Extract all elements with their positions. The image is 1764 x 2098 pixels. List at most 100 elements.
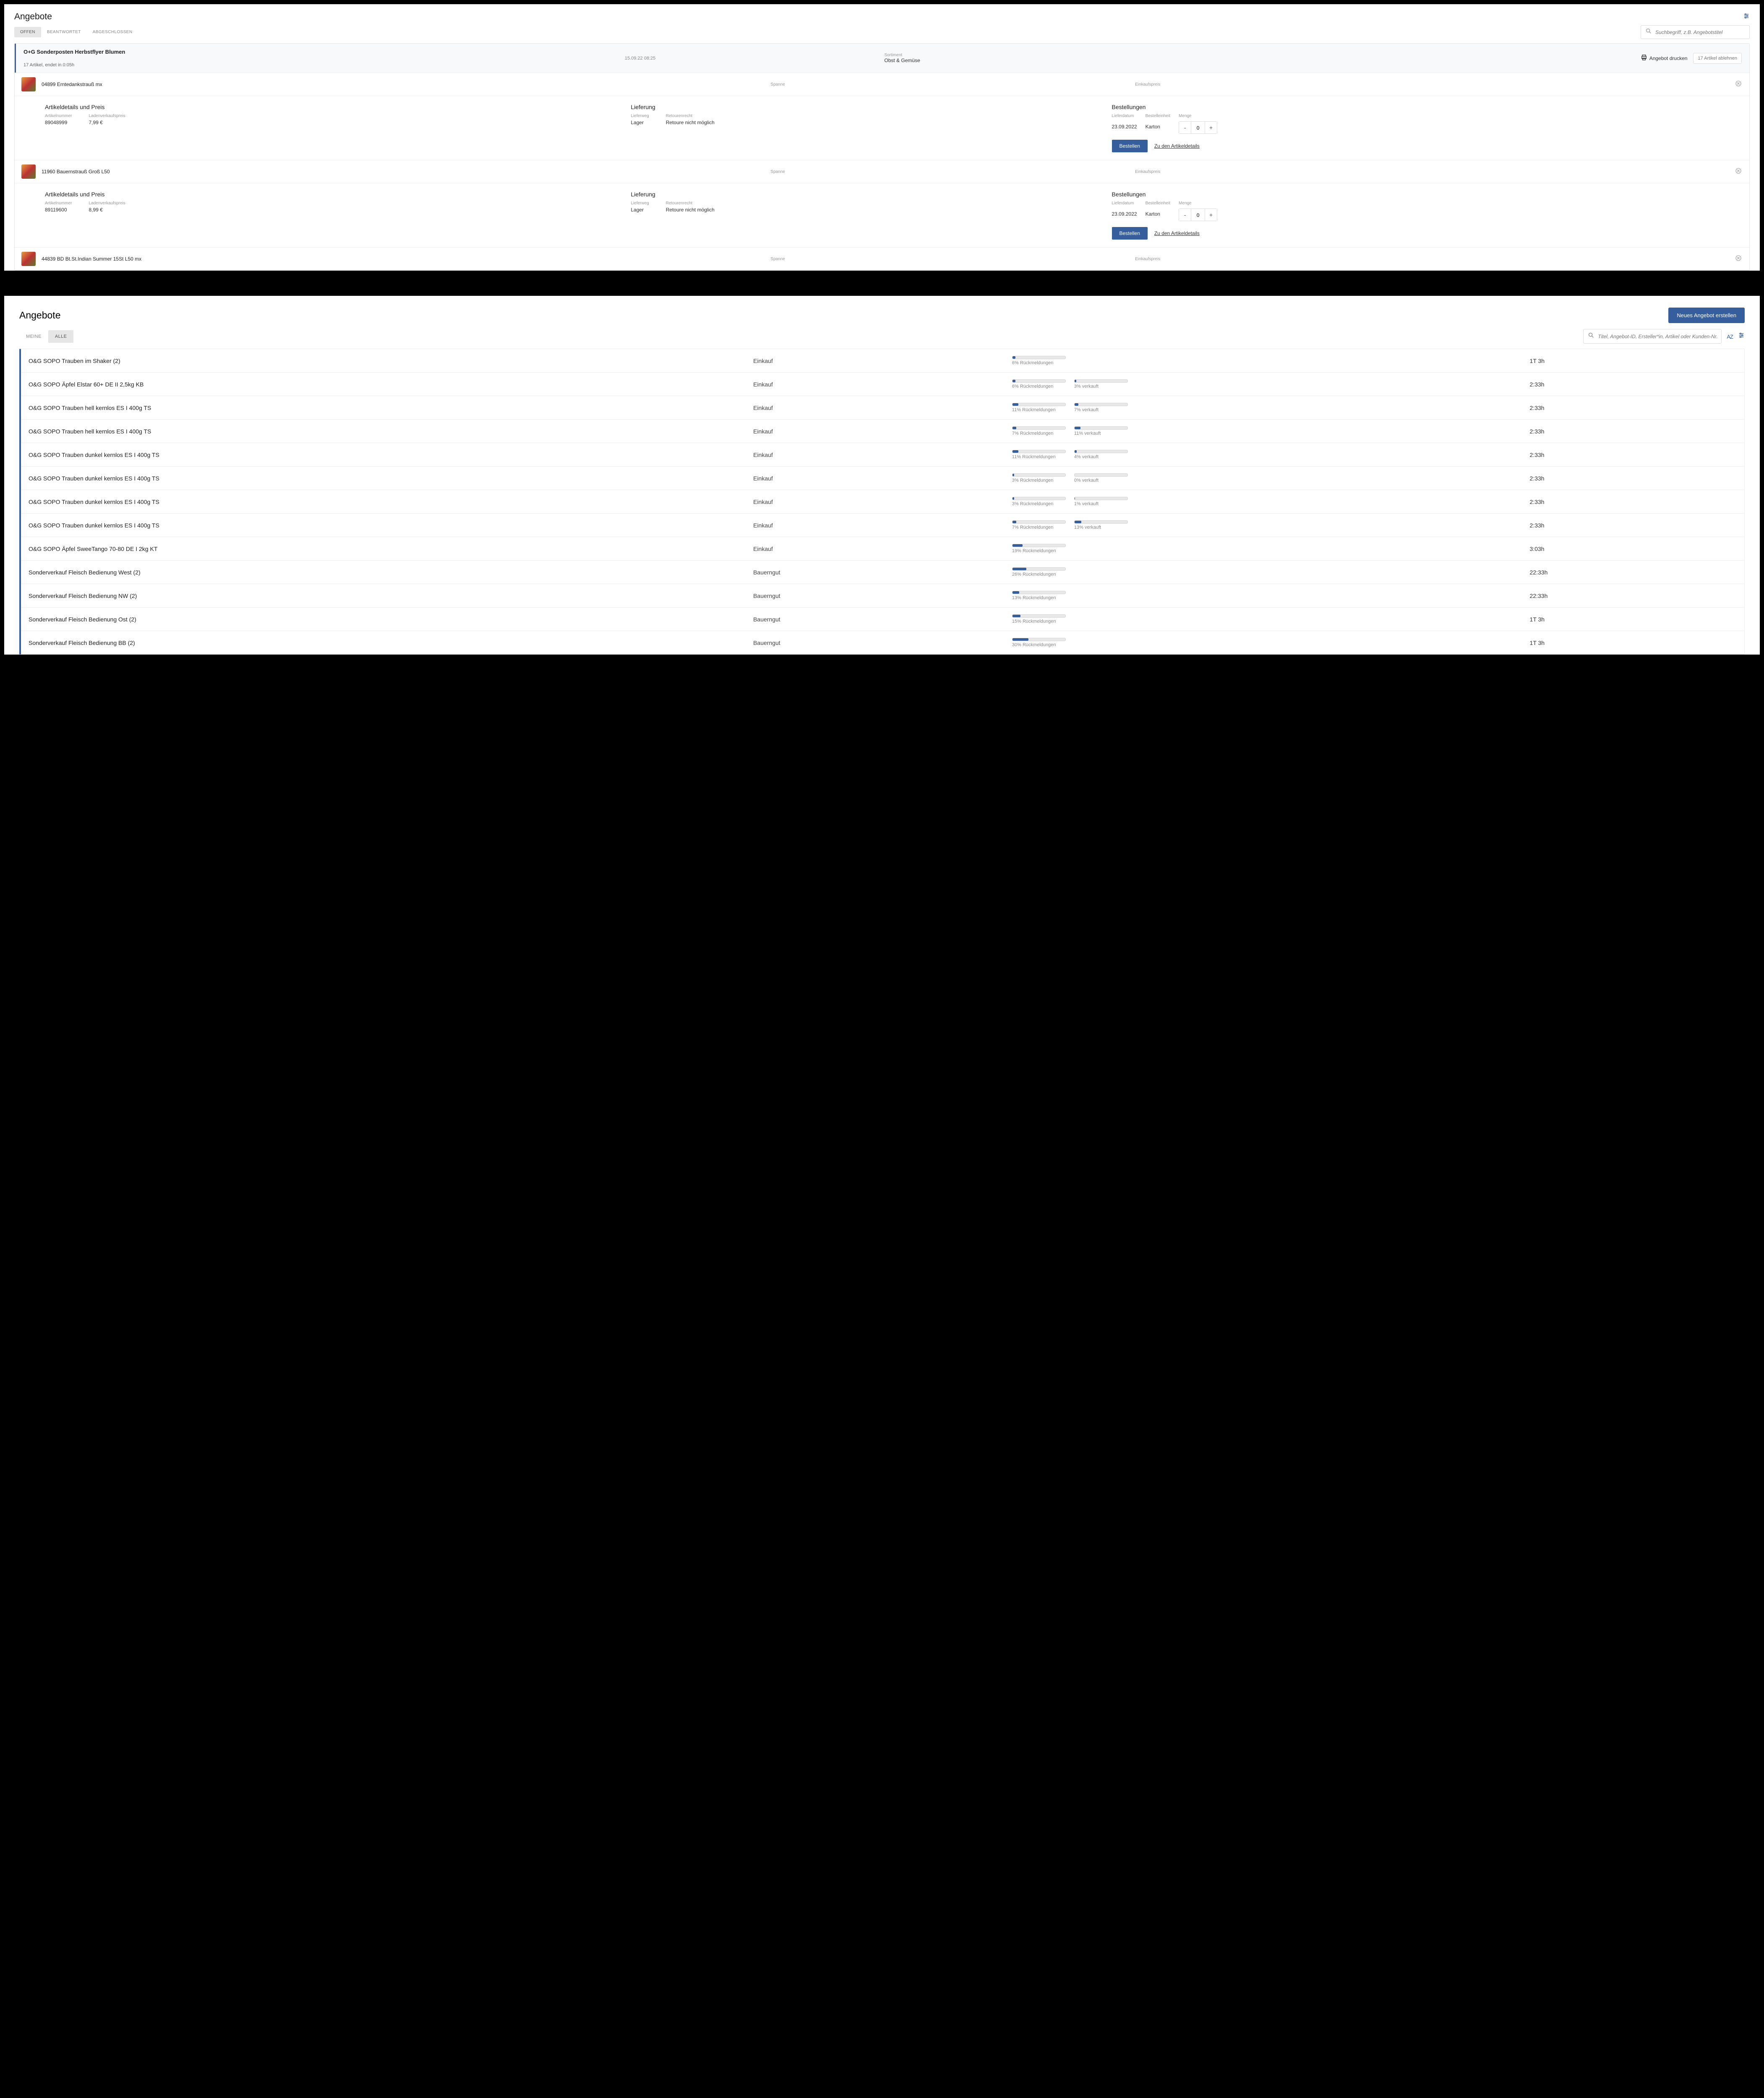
offer-row-time: 2:33h [1530,381,1737,388]
filter-icon[interactable] [1743,13,1750,21]
lieferdatum-label: Lieferdatum [1112,201,1137,206]
article-row[interactable]: 44839 BD Bt.St.Indian Summer 15St L50 mx… [15,247,1749,270]
offer-list-row[interactable]: Sonderverkauf Fleisch Bedienung BB (2)Ba… [21,631,1744,654]
order-button[interactable]: Bestellen [1112,227,1148,240]
offers-list: O&G SOPO Trauben im Shaker (2) Einkauf 6% … [19,349,1745,655]
article-thumbnail [21,164,36,179]
offer-row-title: Sonderverkauf Fleisch Bedienung Ost (2) [29,616,753,623]
offer-row-title: O&G SOPO Trauben dunkel kernlos ES I 400… [29,475,753,482]
offer-row-title: O&G SOPO Trauben im Shaker (2) [29,357,753,364]
sortiment-label: Sortiment [885,53,1312,57]
offer-list-row[interactable]: O&G SOPO Äpfel SweeTango 70-80 DE I 2kg … [21,537,1744,561]
lieferung-section-title: Lieferung [631,191,1103,198]
bestellungen-section-title: Bestellungen [1112,191,1742,198]
artikelnummer-value: 89119600 [45,207,72,213]
offer-row-time: 22:33h [1530,569,1737,576]
remove-article-icon[interactable] [1735,80,1742,89]
offer-list-row[interactable]: Sonderverkauf Fleisch Bedienung Ost (2)B… [21,608,1744,631]
verkauft-label: 11% verkauft [1074,431,1128,436]
search-input[interactable] [1655,29,1745,35]
article-row[interactable]: 04899 Erntedankstrauß mxSpanneEinkaufspr… [15,73,1749,96]
search-box[interactable] [1641,25,1750,39]
offer-row-time: 1T 3h [1530,639,1737,646]
offers-detail-screen: Angebote OFFEN BEANTWORTET ABGESCHLOSSEN… [4,4,1760,271]
bestelleinheit-label: Bestelleinheit [1146,114,1170,118]
stepper-plus-button[interactable]: + [1205,122,1217,133]
spanne-label: Spanne [770,170,1135,174]
rueckmeldungen-bar: 15% Rückmeldungen [1012,614,1066,624]
rueckmeldungen-bar: 26% Rückmeldungen [1012,567,1066,577]
stepper-plus-button[interactable]: + [1205,209,1217,221]
tab-beantwortet[interactable]: BEANTWORTET [41,27,87,37]
search-icon [1645,28,1652,37]
article-details-link[interactable]: Zu den Artikeldetails [1154,143,1200,149]
retourenrecht-label: Retourenrecht [666,114,715,118]
rueckmeldungen-bar: 19% Rückmeldungen [1012,544,1066,553]
offer-list-row[interactable]: O&G SOPO Trauben hell kernlos ES I 400g … [21,420,1744,443]
rueckmeldungen-label: 15% Rückmeldungen [1012,619,1066,624]
menge-label: Menge [1179,114,1217,118]
verkauft-bar: 7% verkauft [1074,403,1128,412]
verkauft-label: 13% verkauft [1074,525,1128,530]
print-offer-label: Angebot drucken [1649,55,1688,61]
quantity-stepper[interactable]: -0+ [1179,209,1217,221]
article-detail: Artikeldetails und PreisArtikelnummer891… [15,183,1749,247]
offer-row-time: 22:33h [1530,592,1737,599]
remove-article-icon[interactable] [1735,255,1742,264]
offer-row-type: Bauerngut [753,592,1012,599]
offer-list-row[interactable]: O&G SOPO Äpfel Elstar 60+ DE II 2,5kg KB… [21,373,1744,396]
quantity-value: 0 [1191,122,1205,133]
offer-list-row[interactable]: Sonderverkauf Fleisch Bedienung NW (2)Ba… [21,584,1744,608]
search-box[interactable] [1583,329,1722,344]
order-button[interactable]: Bestellen [1112,140,1148,152]
offer-row-type: Bauerngut [753,616,1012,623]
quantity-stepper[interactable]: -0+ [1179,121,1217,134]
article-name: 11960 Bauernstrauß Groß L50 [42,169,770,175]
remove-article-icon[interactable] [1735,167,1742,176]
print-offer-link[interactable]: Angebot drucken [1641,54,1688,62]
offer-row-title: O&G SOPO Trauben dunkel kernlos ES I 400… [29,498,753,505]
stepper-minus-button[interactable]: - [1179,122,1191,133]
offer-row-title: Sonderverkauf Fleisch Bedienung NW (2) [29,592,753,599]
offer-list-row[interactable]: O&G SOPO Trauben dunkel kernlos ES I 400… [21,467,1744,490]
article-thumbnail [21,252,36,266]
rueckmeldungen-label: 11% Rückmeldungen [1012,407,1066,412]
create-offer-button[interactable]: Neues Angebot erstellen [1668,308,1745,323]
einkaufspreis-label: Einkaufspreis [1135,170,1743,174]
offer-row-title: O&G SOPO Trauben dunkel kernlos ES I 400… [29,451,753,458]
rueckmeldungen-bar: 7% Rückmeldungen [1012,426,1066,436]
offer-list-row[interactable]: O&G SOPO Trauben im Shaker (2)Einkauf6% … [21,349,1744,373]
article-details-link[interactable]: Zu den Artikeldetails [1154,230,1200,236]
article-name: 44839 BD Bt.St.Indian Summer 15St L50 mx [42,256,770,262]
artikelnummer-value: 89048999 [45,120,72,125]
offer-row-type: Einkauf [753,545,1012,552]
offer-row-type: Einkauf [753,522,1012,529]
stepper-minus-button[interactable]: - [1179,209,1191,221]
rueckmeldungen-label: 30% Rückmeldungen [1012,642,1066,647]
print-icon [1641,54,1647,62]
search-input[interactable] [1598,334,1717,339]
reject-all-button[interactable]: 17 Artikel ablehnen [1693,53,1742,64]
offer-list-row[interactable]: Sonderverkauf Fleisch Bedienung West (2)… [21,561,1744,584]
tab-alle[interactable]: ALLE [48,330,74,343]
filter-icon[interactable] [1738,332,1745,341]
verkauft-label: 0% verkauft [1074,478,1128,483]
tab-offen[interactable]: OFFEN [14,27,41,37]
sort-icon[interactable]: AZ [1727,332,1733,341]
artikelnummer-label: Artikelnummer [45,114,72,118]
offer-row-time: 1T 3h [1530,616,1737,623]
verkauft-bar: 13% verkauft [1074,520,1128,530]
tab-meine[interactable]: MEINE [19,330,48,343]
offer-row-type: Bauerngut [753,569,1012,576]
retourenrecht-value: Retoure nicht möglich [666,207,715,213]
rueckmeldungen-label: 6% Rückmeldungen [1012,384,1066,389]
offer-list-row[interactable]: O&G SOPO Trauben hell kernlos ES I 400g … [21,396,1744,420]
offer-list-row[interactable]: O&G SOPO Trauben dunkel kernlos ES I 400… [21,443,1744,467]
tab-abgeschlossen[interactable]: ABGESCHLOSSEN [87,27,138,37]
offer-list-row[interactable]: O&G SOPO Trauben dunkel kernlos ES I 400… [21,514,1744,537]
offer-row-time: 2:33h [1530,522,1737,529]
rueckmeldungen-bar: 7% Rückmeldungen [1012,520,1066,530]
offer-row-type: Bauerngut [753,639,1012,646]
offer-list-row[interactable]: O&G SOPO Trauben dunkel kernlos ES I 400… [21,490,1744,514]
article-row[interactable]: 11960 Bauernstrauß Groß L50SpanneEinkauf… [15,160,1749,183]
